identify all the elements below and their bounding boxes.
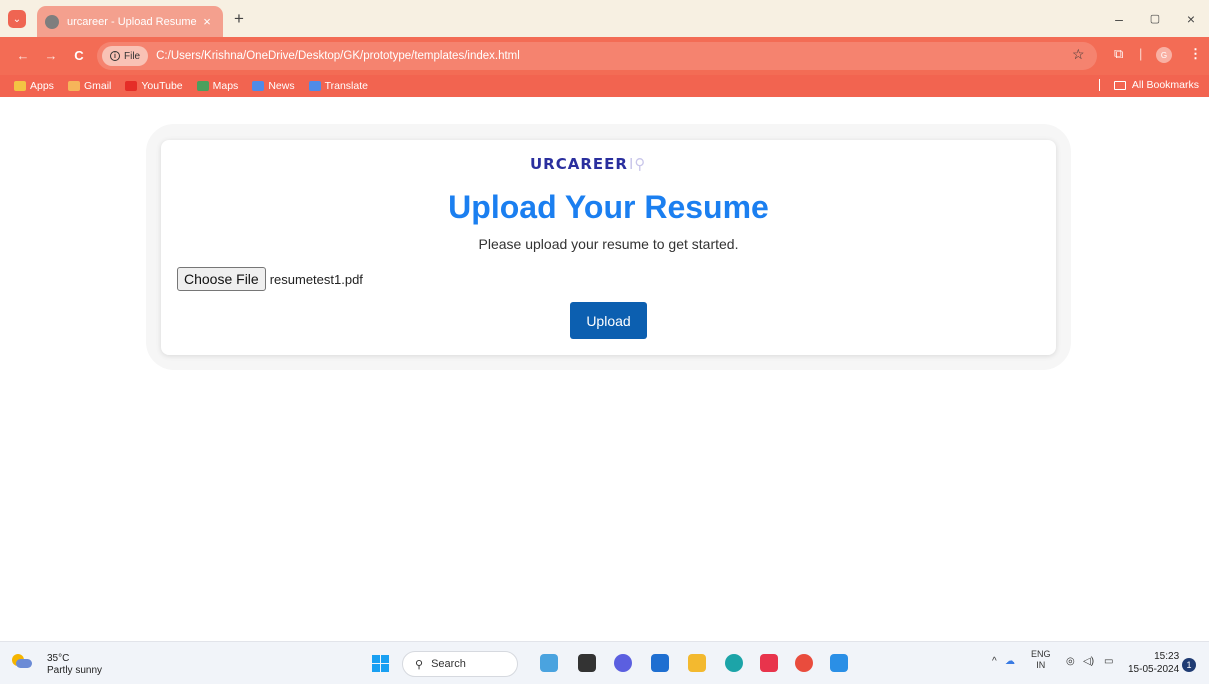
wifi-icon[interactable]: ◎ bbox=[1066, 656, 1075, 667]
vscode-icon[interactable] bbox=[830, 654, 848, 672]
weather-temp: 35°C bbox=[47, 653, 70, 664]
maps-icon bbox=[196, 81, 209, 91]
info-icon: i bbox=[110, 51, 120, 61]
menu-icon[interactable]: ⋮ bbox=[1189, 46, 1202, 62]
bookmark-news[interactable]: News bbox=[252, 80, 295, 92]
volume-icon[interactable]: ◁) bbox=[1083, 656, 1094, 667]
search-icon: ⚲ bbox=[415, 658, 424, 671]
file-explorer-icon[interactable] bbox=[688, 654, 706, 672]
selected-file-name: resumetest1.pdf bbox=[269, 271, 363, 287]
bookmark-translate[interactable]: Translate bbox=[308, 80, 368, 92]
taskbar-app-icon[interactable] bbox=[540, 654, 558, 672]
clock-time: 15:23 bbox=[1154, 651, 1180, 662]
logo-runner-icon: I⚲ bbox=[628, 155, 647, 173]
globe-icon bbox=[45, 14, 59, 29]
extensions-icon[interactable]: ⧉ bbox=[1114, 46, 1123, 62]
site-info-chip[interactable]: i File bbox=[102, 46, 149, 66]
choose-file-button[interactable]: Choose File bbox=[177, 267, 266, 291]
page-title: Upload Your Resume bbox=[448, 189, 769, 225]
battery-icon[interactable]: ▭ bbox=[1104, 656, 1113, 667]
tab-search-icon[interactable]: ⌄ bbox=[8, 10, 26, 28]
bookmark-youtube[interactable]: YouTube bbox=[125, 80, 183, 92]
taskbar-search[interactable]: ⚲ Search bbox=[402, 651, 518, 677]
gmail-icon bbox=[67, 81, 80, 91]
language-indicator[interactable]: ENG IN bbox=[1031, 649, 1051, 671]
news-icon bbox=[252, 81, 265, 91]
store-icon[interactable] bbox=[651, 654, 669, 672]
system-clock[interactable]: 15:23 15-05-2024 bbox=[1128, 650, 1179, 676]
urcareer-logo: URCAREERI⚲ bbox=[530, 155, 647, 173]
upload-button[interactable]: Upload bbox=[570, 302, 647, 339]
tab-active[interactable]: urcareer - Upload Resume × bbox=[37, 6, 223, 37]
page-content: URCAREERI⚲ Upload Your Resume Please upl… bbox=[0, 97, 1209, 641]
taskbar: 35°C Partly sunny ⚲ Search ^ ☁ ENG IN ◎ … bbox=[0, 641, 1209, 684]
bookmark-star-icon[interactable]: ☆ bbox=[1072, 46, 1085, 63]
edge-icon[interactable] bbox=[725, 654, 743, 672]
back-button[interactable]: ← bbox=[14, 47, 32, 65]
bookmarks-bar: Apps Gmail YouTube Maps News Translate A… bbox=[0, 75, 1209, 97]
bookmark-gmail[interactable]: Gmail bbox=[67, 80, 111, 92]
page-subtitle: Please upload your resume to get started… bbox=[478, 236, 739, 252]
reload-button[interactable]: C bbox=[70, 47, 88, 65]
windows-start-icon[interactable] bbox=[372, 655, 389, 672]
translate-icon bbox=[308, 81, 321, 91]
weather-condition: Partly sunny bbox=[47, 665, 103, 676]
bookmarks-divider bbox=[1098, 79, 1100, 91]
task-view-icon[interactable] bbox=[578, 654, 596, 672]
bookmark-maps[interactable]: Maps bbox=[196, 80, 238, 92]
tab-strip: ⌄ urcareer - Upload Resume × + – ▢ × bbox=[0, 0, 1209, 37]
new-tab-button[interactable]: + bbox=[229, 10, 249, 30]
forward-button[interactable]: → bbox=[42, 47, 60, 65]
all-bookmarks[interactable]: All Bookmarks bbox=[1098, 79, 1199, 91]
youtube-icon bbox=[125, 81, 138, 91]
chrome-icon[interactable] bbox=[795, 654, 813, 672]
close-icon[interactable]: × bbox=[199, 14, 215, 29]
minimize-button[interactable]: – bbox=[1104, 8, 1134, 30]
file-input[interactable]: Choose File resumetest1.pdf bbox=[177, 267, 363, 291]
chat-icon[interactable] bbox=[614, 654, 632, 672]
mcafee-icon[interactable] bbox=[760, 654, 778, 672]
cloud-sync-icon[interactable]: ☁ bbox=[1005, 656, 1015, 667]
weather-partly-sunny-icon[interactable] bbox=[12, 654, 32, 670]
profile-avatar[interactable]: G bbox=[1156, 47, 1172, 63]
bookmark-apps[interactable]: Apps bbox=[14, 80, 54, 92]
toolbar-divider: | bbox=[1139, 46, 1143, 61]
address-bar[interactable]: i File C:/Users/Krishna/OneDrive/Desktop… bbox=[97, 42, 1097, 70]
apps-grid-icon bbox=[14, 81, 26, 91]
clock-date: 15-05-2024 bbox=[1128, 664, 1180, 675]
restore-button[interactable]: ▢ bbox=[1140, 8, 1170, 30]
weather-widget[interactable]: 35°C Partly sunny bbox=[47, 653, 102, 677]
folder-icon bbox=[1113, 80, 1126, 90]
tray-chevron-icon[interactable]: ^ bbox=[992, 656, 997, 667]
site-info-label: File bbox=[124, 50, 141, 62]
url-text[interactable]: C:/Users/Krishna/OneDrive/Desktop/GK/pro… bbox=[156, 50, 520, 62]
notification-badge[interactable]: 1 bbox=[1182, 658, 1196, 672]
upload-card: URCAREERI⚲ Upload Your Resume Please upl… bbox=[161, 140, 1056, 355]
tab-title: urcareer - Upload Resume bbox=[67, 15, 197, 28]
window-close-button[interactable]: × bbox=[1176, 8, 1206, 30]
